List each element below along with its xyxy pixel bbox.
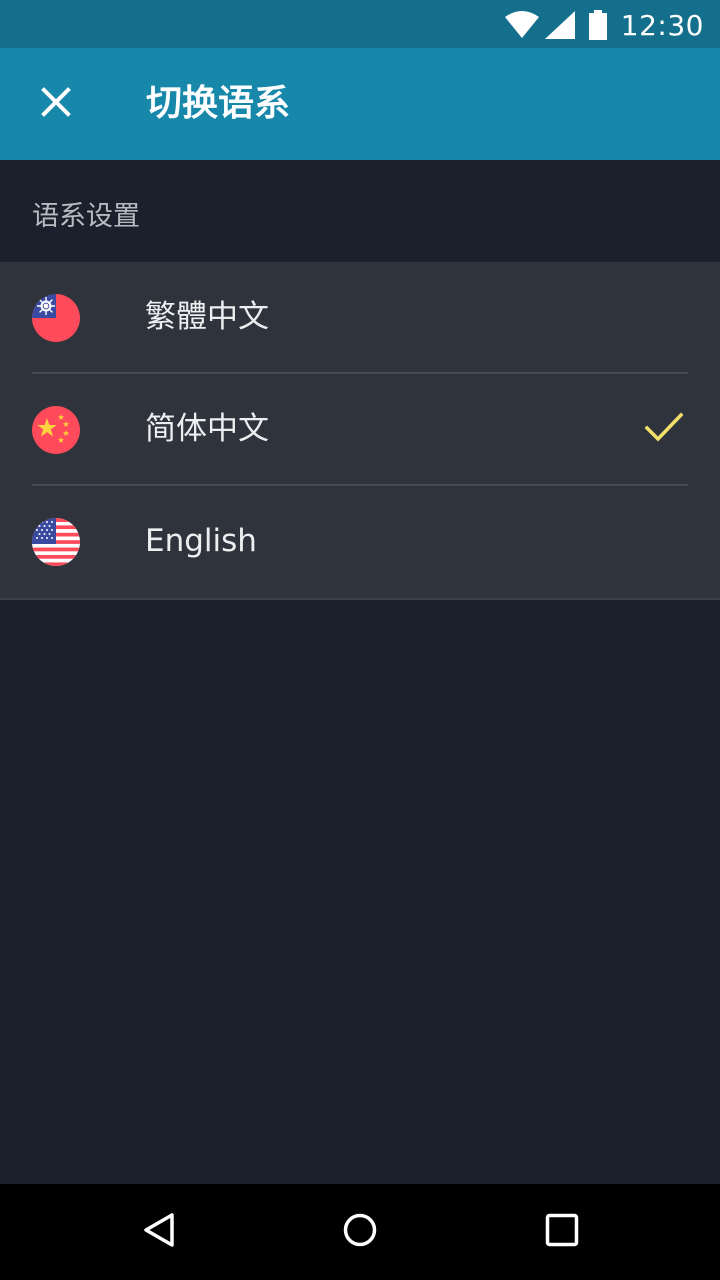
close-icon — [40, 86, 72, 122]
page-title: 切换语系 — [146, 83, 291, 124]
language-item-english[interactable]: English — [0, 486, 720, 598]
home-button[interactable] — [334, 1206, 386, 1258]
language-item-traditional-chinese[interactable]: 繁體中文 — [0, 262, 720, 374]
language-item-simplified-chinese[interactable]: 简体中文 — [0, 374, 720, 486]
close-button[interactable] — [24, 72, 88, 136]
section-header: 语系设置 — [0, 160, 720, 262]
recents-icon — [544, 1212, 580, 1252]
section-header-label: 语系设置 — [32, 201, 140, 232]
status-bar: 12:30 — [0, 0, 720, 48]
language-list: 繁體中文 简体中文 English — [0, 262, 720, 600]
signal-icon — [544, 11, 575, 39]
navigation-bar — [0, 1184, 720, 1280]
status-time: 12:30 — [620, 8, 704, 42]
china-flag-icon — [32, 406, 80, 454]
language-label: English — [145, 523, 257, 559]
status-icons: 12:30 — [504, 8, 704, 42]
back-icon — [142, 1212, 178, 1252]
language-label: 繁體中文 — [145, 299, 269, 335]
home-icon — [342, 1212, 378, 1252]
checkmark-icon — [644, 410, 684, 450]
back-button[interactable] — [134, 1206, 186, 1258]
taiwan-flag-icon — [32, 294, 80, 342]
language-label: 简体中文 — [145, 411, 269, 447]
battery-icon — [588, 10, 607, 40]
wifi-icon — [504, 11, 539, 39]
us-flag-icon — [32, 518, 80, 566]
recents-button[interactable] — [536, 1206, 588, 1258]
app-bar: 切换语系 — [0, 48, 720, 160]
